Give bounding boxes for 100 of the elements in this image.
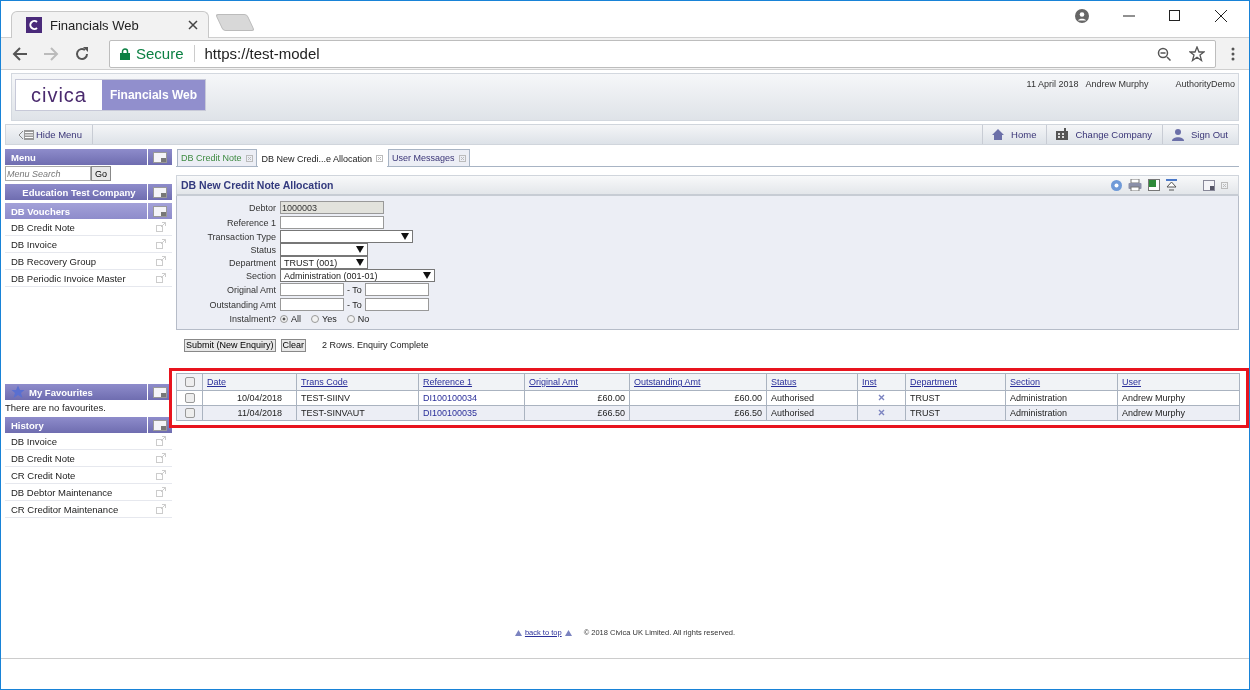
collapse-icon[interactable]: [1166, 178, 1177, 192]
action-button[interactable]: Submit (New Enquiry): [184, 338, 276, 352]
radio-option[interactable]: Yes: [311, 313, 337, 324]
input-field[interactable]: [364, 283, 429, 296]
table-cell: £60.00: [597, 393, 625, 403]
toolbar-link[interactable]: Change Company: [1046, 125, 1163, 144]
dropdown[interactable]: [280, 243, 368, 256]
field-label: Department: [227, 257, 277, 268]
panel-title: History: [11, 419, 44, 431]
field-label: Transaction Type: [206, 231, 277, 242]
field-label: Instalment?: [228, 313, 277, 324]
panel-title: DB New Credit Note Allocation: [181, 179, 335, 191]
more-icon[interactable]: [1231, 46, 1235, 61]
menu-item[interactable]: DB Credit Note: [5, 219, 172, 236]
external-link-icon: [156, 256, 166, 266]
go-button[interactable]: Go: [91, 166, 111, 181]
window-icon[interactable]: [153, 419, 167, 431]
zoom-icon[interactable]: [1157, 46, 1171, 61]
table-cell: 10/04/2018: [236, 393, 282, 403]
menu-icon: [18, 129, 34, 140]
input-field[interactable]: [364, 298, 429, 311]
panel-title: My Favourites: [29, 386, 93, 398]
table-cell: £60.00: [734, 393, 762, 403]
dropdown-arrow-icon: [423, 272, 431, 279]
field-label: Debtor: [248, 202, 277, 213]
spreadsheet-icon[interactable]: [1148, 179, 1160, 191]
close-icon[interactable]: [1215, 10, 1227, 22]
field-label: Outstanding Amt: [208, 299, 277, 310]
input-field[interactable]: [280, 298, 344, 311]
table-cell: TEST-SINVAUT: [301, 408, 365, 418]
window-icon[interactable]: [153, 151, 167, 163]
menu-item[interactable]: CR Credit Note: [5, 467, 172, 484]
window-icon[interactable]: [153, 386, 167, 398]
window-icon[interactable]: [153, 186, 167, 198]
reload-icon[interactable]: [74, 45, 90, 62]
menu-item[interactable]: DB Invoice: [5, 433, 172, 450]
maximize-icon[interactable]: [1169, 10, 1181, 22]
back-icon[interactable]: [12, 45, 28, 62]
menu-item[interactable]: DB Recovery Group: [5, 253, 172, 270]
column-header[interactable]: Date: [207, 377, 226, 387]
building-icon: [1055, 128, 1070, 141]
radio-option[interactable]: All: [280, 313, 301, 324]
table-cell: DI100100034: [423, 393, 478, 403]
help-icon[interactable]: [1111, 179, 1122, 191]
dropdown[interactable]: TRUST (001): [280, 256, 368, 269]
input-field[interactable]: [280, 283, 344, 296]
tab[interactable]: User Messages: [388, 149, 470, 166]
range-separator: - To: [347, 299, 362, 310]
dropdown-arrow-icon: [401, 233, 409, 240]
user-name: Andrew Murphy: [1085, 79, 1149, 89]
table-cell: Authorised: [771, 408, 815, 418]
star-icon[interactable]: [1189, 45, 1205, 62]
browser-tab[interactable]: Financials Web: [11, 11, 209, 39]
external-link-icon: [156, 453, 166, 463]
window-icon[interactable]: [1203, 179, 1215, 191]
row-checkbox[interactable]: [184, 393, 195, 404]
column-header[interactable]: Status: [771, 377, 797, 387]
secure-label: Secure: [136, 45, 195, 63]
menu-item[interactable]: DB Invoice: [5, 236, 172, 253]
dropdown[interactable]: Administration (001-01): [280, 269, 435, 282]
window-icon[interactable]: [153, 205, 167, 217]
field-label: Section: [244, 270, 277, 281]
toolbar-link[interactable]: Home: [982, 125, 1047, 144]
external-link-icon: [156, 504, 166, 514]
table-cell: Administration: [1010, 408, 1068, 418]
action-button[interactable]: Clear: [280, 338, 307, 352]
input-field[interactable]: [280, 216, 384, 229]
range-separator: - To: [347, 284, 362, 295]
table-cell: Andrew Murphy: [1122, 393, 1186, 403]
external-link-icon: [156, 436, 166, 446]
menu-item[interactable]: DB Debtor Maintenance: [5, 484, 172, 501]
address-field[interactable]: Secure https://test-model: [109, 39, 1216, 68]
lock-icon: [120, 47, 130, 60]
table-cell: Andrew Murphy: [1122, 408, 1186, 418]
external-link-icon: [156, 487, 166, 497]
column-header[interactable]: User: [1122, 377, 1141, 387]
table-cell: £66.50: [597, 408, 625, 418]
close-icon[interactable]: [188, 20, 198, 31]
hide-menu-button[interactable]: Hide Menu: [6, 125, 93, 144]
row-checkbox[interactable]: [184, 408, 195, 419]
account-icon[interactable]: [1075, 9, 1089, 23]
field-label: Original Amt: [225, 284, 277, 295]
column-header[interactable]: Section: [1010, 377, 1041, 387]
external-link-icon: [156, 239, 166, 249]
url-text: https://test-model: [203, 45, 320, 63]
select-all-checkbox[interactable]: [184, 377, 195, 388]
empty-message: There are no favourites.: [5, 402, 107, 414]
search-field[interactable]: Menu Search: [5, 166, 91, 181]
table-cell: Authorised: [771, 393, 815, 403]
person-icon: [1171, 128, 1186, 141]
radio-option[interactable]: No: [346, 313, 370, 324]
tab[interactable]: DB Credit Note: [177, 149, 257, 166]
external-link-icon: [156, 470, 166, 480]
menu-item[interactable]: DB Credit Note: [5, 450, 172, 467]
menu-item[interactable]: DB Periodic Invoice Master: [5, 270, 172, 287]
toolbar-link[interactable]: Sign Out: [1162, 125, 1238, 144]
print-icon[interactable]: [1128, 179, 1142, 191]
star-icon: [11, 385, 25, 399]
menu-item[interactable]: CR Creditor Maintenance: [5, 501, 172, 518]
column-header[interactable]: Inst: [862, 377, 877, 387]
